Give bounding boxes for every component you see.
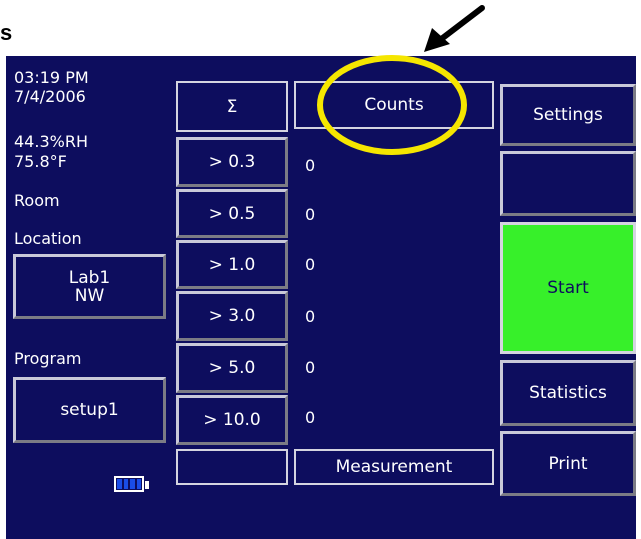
highlight-ellipse	[317, 55, 467, 155]
arrow-shaft	[437, 5, 485, 43]
annotation-overlay	[317, 5, 485, 155]
